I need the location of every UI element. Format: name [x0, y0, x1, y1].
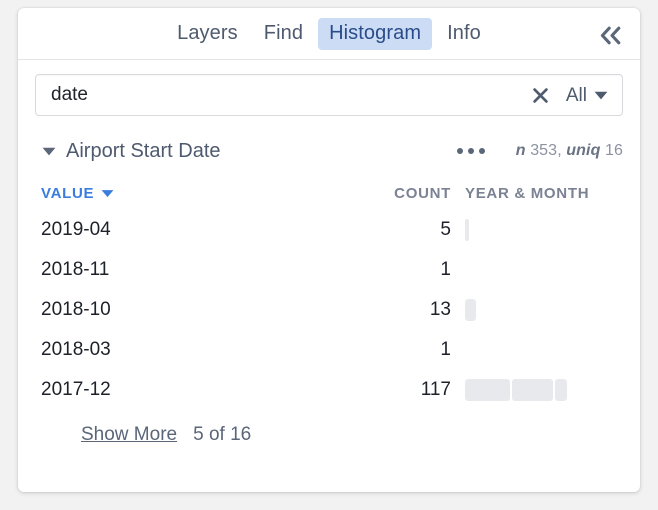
search-box: All [35, 74, 623, 116]
column-header-value[interactable]: VALUE [35, 185, 375, 202]
search-scope-select[interactable]: All [556, 86, 622, 105]
column-header-count[interactable]: COUNT [375, 185, 451, 202]
search-input[interactable] [36, 84, 526, 106]
ellipsis-icon [456, 148, 463, 154]
cell-value: 2018-11 [41, 259, 110, 280]
caret-down-icon [594, 91, 608, 99]
histogram-bar [465, 299, 476, 321]
ellipsis-icon [467, 148, 474, 154]
close-x-icon [533, 87, 549, 103]
panel-tab-bar: Layers Find Histogram Info [18, 8, 640, 60]
cell-count: 13 [429, 299, 451, 320]
table-row[interactable]: 2019-04 5 [35, 210, 623, 250]
histogram-table: VALUE COUNT YEAR & MONTH 2019-04 5 2018-11… [35, 176, 623, 410]
stat-n-key: n [515, 142, 526, 159]
table-row[interactable]: 2018-03 1 [35, 330, 623, 370]
cell-value: 2018-10 [41, 299, 111, 320]
stat-uniq-value: 16 [605, 142, 623, 159]
cell-bar [451, 330, 623, 370]
collapse-panel-button[interactable] [594, 20, 628, 50]
table-row[interactable]: 2018-11 1 [35, 250, 623, 290]
field-collapse-toggle[interactable] [38, 140, 60, 162]
histogram-bar-segment [555, 379, 567, 401]
table-body: 2019-04 5 2018-11 1 2018-10 13 2018-03 1 2017-12… [35, 210, 623, 410]
histogram-bar-segment [465, 379, 510, 401]
field-header: Airport Start Date n 353, uniq 16 [35, 138, 623, 164]
show-more-button[interactable]: Show More [81, 424, 177, 446]
column-header-value-label: VALUE [41, 184, 95, 202]
histogram-bar [465, 379, 567, 401]
ellipsis-icon [478, 148, 485, 154]
stat-separator: , [557, 142, 567, 159]
search-scope-label: All [565, 84, 587, 106]
cell-value: 2017-12 [41, 379, 111, 400]
tab-layers[interactable]: Layers [166, 18, 249, 50]
stat-uniq-key: uniq [566, 142, 601, 159]
column-header-year-month[interactable]: YEAR & MONTH [451, 185, 623, 202]
caret-down-icon [42, 147, 56, 155]
double-chevron-left-icon [600, 26, 621, 44]
table-row[interactable]: 2017-12 117 [35, 370, 623, 410]
tab-histogram[interactable]: Histogram [318, 17, 433, 50]
cell-value: 2018-03 [41, 339, 111, 360]
cell-count: 5 [440, 219, 451, 240]
cell-count: 1 [440, 259, 451, 280]
cell-count: 1 [440, 339, 451, 360]
cell-bar [451, 290, 623, 330]
histogram-bar [465, 219, 469, 241]
cell-bar [451, 250, 623, 290]
stat-n-value: 353 [530, 142, 558, 159]
field-statistics: n 353, uniq 16 [516, 142, 623, 160]
histogram-bar-segment [465, 219, 469, 241]
field-options-menu-button[interactable] [454, 144, 488, 158]
clear-search-button[interactable] [526, 80, 556, 110]
tab-list: Layers Find Histogram Info [18, 8, 640, 59]
row-count-label: 5 of 16 [193, 424, 252, 445]
histogram-bar-segment [465, 299, 476, 321]
cell-bar [451, 210, 623, 250]
search-row: All [18, 60, 640, 116]
cell-value: 2019-04 [41, 219, 111, 240]
histogram-bar-segment [512, 379, 553, 401]
table-footer: Show More 5 of 16 [35, 424, 623, 446]
field-name-label[interactable]: Airport Start Date [66, 140, 221, 163]
table-row[interactable]: 2018-10 13 [35, 290, 623, 330]
caret-down-icon [101, 189, 114, 197]
tab-info[interactable]: Info [436, 18, 492, 50]
tab-find[interactable]: Find [253, 18, 314, 50]
table-header-row: VALUE COUNT YEAR & MONTH [35, 176, 623, 210]
cell-count: 117 [420, 379, 451, 400]
cell-bar [451, 370, 623, 410]
histogram-panel: Layers Find Histogram Info All [18, 8, 640, 492]
